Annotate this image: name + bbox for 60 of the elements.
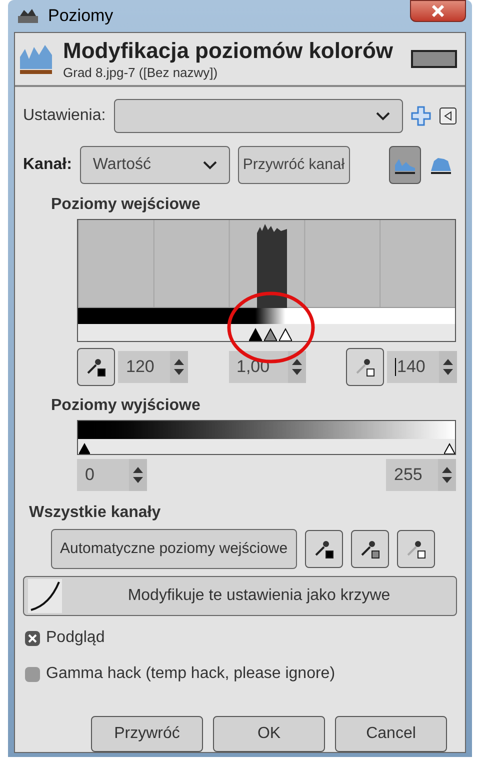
dialog-button[interactable]: Przywróć [91, 716, 203, 752]
channel-dropdown[interactable]: Wartość [80, 146, 230, 184]
eyedropper-button[interactable] [346, 348, 384, 386]
channel-label: Kanał: [23, 155, 72, 175]
color-preview [411, 50, 457, 68]
add-icon[interactable] [411, 106, 431, 126]
edit-as-curves-button[interactable]: Modyfikuje te ustawienia jako krzywe [23, 576, 457, 616]
slider-handle[interactable] [78, 443, 90, 454]
checkbox-option[interactable]: Podgląd [25, 626, 457, 650]
eyedropper-icon [354, 356, 376, 378]
section-heading: Poziomy wejściowe [51, 195, 202, 215]
low-input-spinner[interactable]: 120 [118, 351, 188, 383]
eyedropper-button[interactable] [350, 530, 389, 568]
high-output-spinner[interactable]: 255 [386, 459, 456, 491]
dialog-button[interactable]: OK [213, 716, 325, 752]
eyedropper-icon [358, 538, 381, 560]
slider-handle[interactable] [278, 328, 292, 341]
eyedropper-button[interactable] [304, 530, 343, 568]
close-button[interactable] [410, 0, 466, 22]
auto-levels-button[interactable]: Automatyczne poziomy wejściowe [51, 529, 297, 569]
section-heading: Poziomy wyjściowe [51, 396, 202, 416]
chevron-down-icon [376, 112, 390, 120]
eyedropper-button[interactable] [77, 348, 115, 386]
spin-up-icon[interactable] [442, 467, 452, 473]
eyedropper-icon [85, 356, 107, 378]
reset-channel-button[interactable]: Przywróć kanał [238, 146, 350, 184]
slider-handle[interactable] [444, 443, 454, 454]
settings-dropdown[interactable] [114, 99, 403, 133]
checkbox-option[interactable]: Gamma hack (temp hack, please ignore) [25, 662, 457, 686]
low-output-spinner[interactable]: 0 [77, 459, 147, 491]
spin-down-icon[interactable] [174, 369, 184, 375]
spin-up-icon[interactable] [292, 359, 302, 365]
curve-icon [28, 579, 62, 613]
linear-histogram-button[interactable] [389, 146, 421, 184]
high-input-spinner[interactable]: 140 [387, 351, 457, 383]
slider-handle[interactable] [248, 328, 262, 341]
dialog-button[interactable]: Cancel [335, 716, 447, 752]
eyedropper-icon [404, 538, 427, 560]
spin-up-icon[interactable] [443, 359, 453, 365]
settings-label: Ustawienia: [23, 106, 106, 126]
histogram-icon [430, 155, 452, 175]
dialog-subtitle: Grad 8.jpg-7 ([Bez nazwy]) [63, 64, 219, 81]
spin-up-icon[interactable] [174, 359, 184, 365]
checkmark-icon [28, 634, 37, 642]
eyedropper-button[interactable] [396, 530, 435, 568]
spin-up-icon[interactable] [133, 467, 143, 473]
spin-down-icon[interactable] [442, 477, 452, 483]
spin-down-icon[interactable] [292, 369, 302, 375]
dialog-title: Modyfikacja poziomów kolorów [63, 37, 394, 65]
window-title: Poziomy [48, 5, 114, 28]
checkbox[interactable] [25, 666, 40, 682]
eyedropper-icon [312, 538, 335, 560]
spin-down-icon[interactable] [443, 369, 453, 375]
spin-down-icon[interactable] [133, 477, 143, 483]
section-heading: Wszystkie kanały [29, 503, 162, 523]
close-icon [432, 5, 444, 17]
slider-handle[interactable] [264, 328, 277, 341]
chevron-down-icon [202, 160, 217, 170]
app-icon [18, 8, 40, 24]
checkbox[interactable] [25, 630, 40, 646]
